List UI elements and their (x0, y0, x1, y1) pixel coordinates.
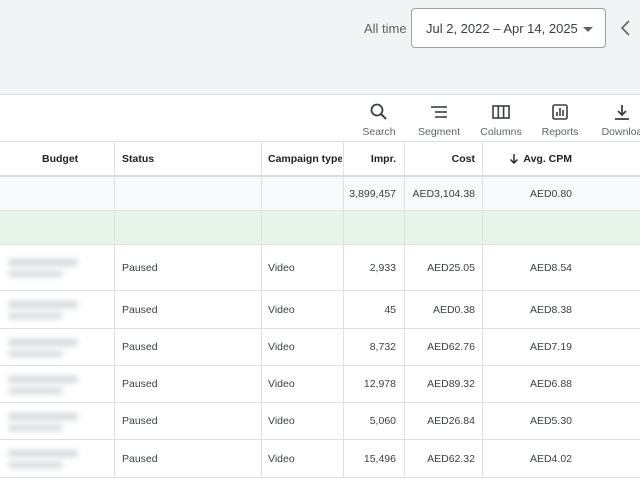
avg-cpm-cell: AED4.02 (529, 452, 572, 465)
reports-label: Reports (541, 126, 579, 138)
redacted-campaign-detail (8, 388, 63, 394)
redacted-campaign-name (8, 450, 78, 457)
columns-icon (492, 105, 510, 119)
table-header-row: Budget Status Campaign type Impr. Cost A… (0, 142, 640, 177)
search-button[interactable]: Search (349, 100, 409, 140)
date-range-value: Jul 2, 2022 – Apr 14, 2025 (426, 21, 578, 36)
campaign-type-cell: Video (268, 261, 295, 274)
table-row[interactable]: Paused Video 45 AED0.38 AED8.38 (0, 291, 640, 329)
status-cell: Paused (122, 341, 158, 353)
impr-cell: 8,732 (369, 341, 396, 353)
avg-cpm-header-label: Avg. CPM (523, 152, 572, 165)
avg-cpm-cell: AED8.38 (529, 303, 572, 316)
redacted-campaign-detail (8, 425, 63, 431)
status-cell: Paused (122, 261, 158, 274)
redacted-campaign-name (8, 301, 78, 308)
impr-cell: 5,060 (369, 415, 396, 427)
redacted-campaign-detail (8, 271, 63, 277)
dropdown-caret-icon (583, 27, 593, 32)
avg-cpm-cell: AED7.19 (529, 341, 572, 353)
campaign-type-cell: Video (268, 415, 295, 427)
total-avg-cpm: AED0.80 (529, 187, 572, 200)
column-header-status[interactable]: Status (122, 142, 252, 175)
redacted-campaign-detail (8, 351, 63, 357)
column-header-budget[interactable]: Budget (42, 142, 112, 175)
total-impr: 3,899,457 (349, 187, 396, 200)
reports-icon (552, 104, 568, 120)
campaign-type-cell: Video (268, 341, 295, 353)
column-header-campaign-type[interactable]: Campaign type (268, 142, 342, 175)
impr-cell: 2,933 (369, 261, 396, 274)
filter-row (0, 211, 640, 245)
total-cost: AED3,104.38 (412, 187, 475, 200)
segment-button[interactable]: Segment (409, 100, 469, 140)
table-row[interactable]: Paused Video 12,978 AED89.32 AED6.88 (0, 366, 640, 403)
download-button[interactable]: Downloa (592, 100, 640, 140)
segment-label: Segment (417, 126, 461, 138)
table-row[interactable]: Paused Video 8,732 AED62.76 AED7.19 (0, 329, 640, 366)
status-cell: Paused (122, 303, 158, 316)
table-toolbar: Search Segment Columns Reports Downloa (0, 96, 640, 142)
sort-descending-icon (510, 154, 519, 164)
redacted-campaign-detail (8, 313, 63, 319)
search-label: Search (362, 126, 396, 138)
redacted-campaign-name (8, 259, 78, 266)
download-label: Downloa (601, 126, 640, 138)
cost-cell: AED25.05 (427, 261, 475, 274)
status-cell: Paused (122, 378, 158, 390)
top-bar: All time Jul 2, 2022 – Apr 14, 2025 (0, 0, 640, 95)
cost-cell: AED0.38 (432, 303, 475, 316)
search-icon (370, 103, 387, 120)
table-row[interactable]: Paused Video 15,496 AED62.32 AED4.02 (0, 440, 640, 478)
cost-cell: AED26.84 (427, 415, 475, 427)
table-row[interactable]: Paused Video 5,060 AED26.84 AED5.30 (0, 403, 640, 440)
date-range-picker[interactable]: Jul 2, 2022 – Apr 14, 2025 (411, 8, 606, 48)
campaign-type-cell: Video (268, 378, 295, 390)
avg-cpm-cell: AED6.88 (529, 378, 572, 390)
cost-cell: AED62.76 (427, 341, 475, 353)
campaign-type-cell: Video (268, 303, 295, 316)
redacted-campaign-name (8, 413, 78, 420)
column-header-cost[interactable]: Cost (405, 142, 475, 175)
cost-cell: AED89.32 (427, 378, 475, 390)
total-row: 3,899,457 AED3,104.38 AED0.80 (0, 177, 640, 211)
avg-cpm-cell: AED8.54 (529, 261, 572, 274)
segment-icon (431, 106, 447, 118)
status-cell: Paused (122, 452, 158, 465)
redacted-campaign-name (8, 339, 78, 346)
impr-cell: 12,978 (363, 378, 396, 390)
chevron-left-icon[interactable] (618, 16, 634, 40)
redacted-campaign-detail (8, 462, 63, 468)
date-range-label: All time (364, 21, 407, 36)
columns-label: Columns (480, 126, 522, 138)
impr-cell: 45 (384, 303, 396, 316)
columns-button[interactable]: Columns (471, 100, 531, 140)
table-row[interactable]: Paused Video 2,933 AED25.05 AED8.54 (0, 245, 640, 291)
column-header-avg-cpm[interactable]: Avg. CPM (483, 142, 572, 175)
avg-cpm-cell: AED5.30 (529, 415, 572, 427)
impr-cell: 15,496 (363, 452, 396, 465)
cost-cell: AED62.32 (427, 452, 475, 465)
reports-button[interactable]: Reports (530, 100, 590, 140)
download-icon (615, 105, 629, 120)
column-header-impr[interactable]: Impr. (344, 142, 396, 175)
status-cell: Paused (122, 415, 158, 427)
redacted-campaign-name (8, 376, 78, 383)
campaign-type-cell: Video (268, 452, 295, 465)
